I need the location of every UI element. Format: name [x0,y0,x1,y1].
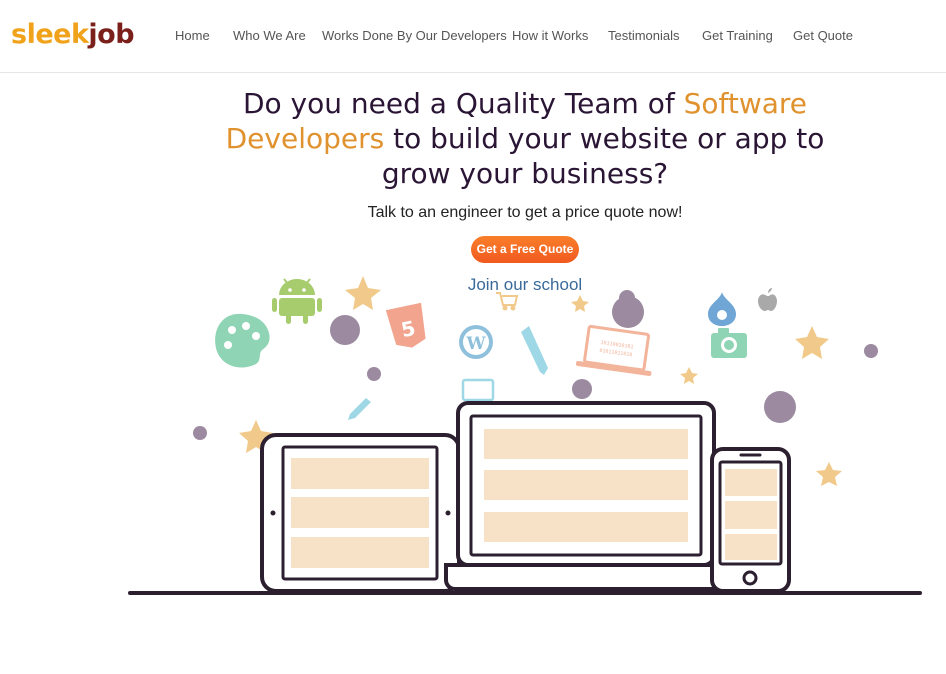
palette-icon [215,313,270,368]
tablet-device [260,433,461,593]
laptop-code-icon: 10110010101 01011011010 [575,324,652,376]
star-icon [680,367,698,384]
camera-icon [711,328,747,358]
android-icon [272,278,322,324]
svg-text:W: W [465,334,486,354]
star-icon [571,295,589,312]
laptop-device [444,401,728,591]
star-icon [816,462,842,486]
apple-icon [758,288,777,311]
star-icon [795,326,829,359]
window-icon [461,378,495,402]
wordpress-icon: W [459,325,493,359]
pencil-icon [521,326,548,375]
phone-device [710,447,791,593]
html5-icon: 5 [385,302,426,348]
hero-illustration: 5 W 10110010101 01011011010 [128,276,922,595]
pencil-icon [348,398,371,420]
drupal-icon [708,292,736,326]
star-icon [345,276,381,310]
shopping-cart-icon [496,292,519,311]
